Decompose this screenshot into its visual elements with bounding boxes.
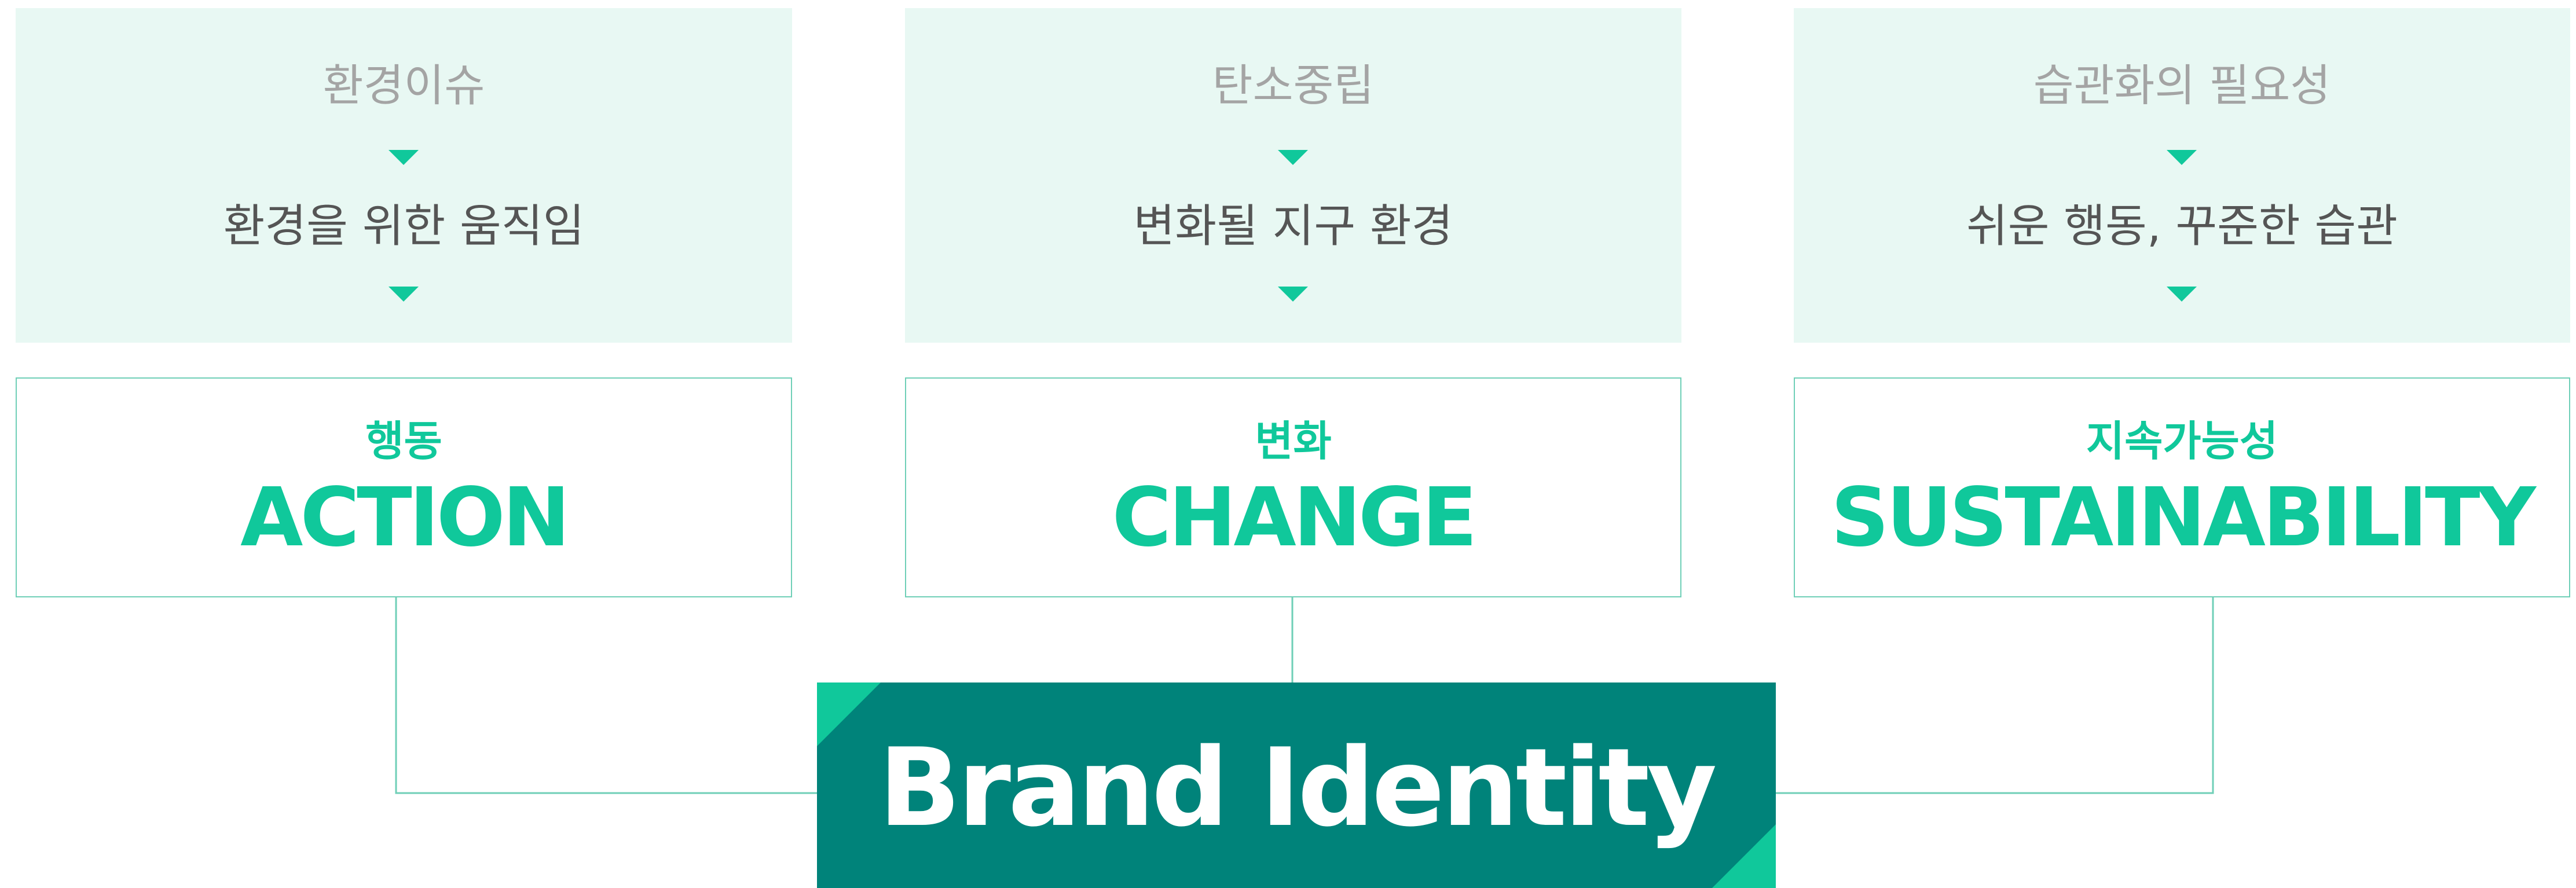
down-triangle-icon: [2167, 287, 2197, 302]
value-english-label: CHANGE: [1112, 471, 1478, 565]
value-box: 변화 CHANGE: [905, 377, 1681, 597]
issue-detail: 쉬운 행동, 꾸준한 습관: [1966, 200, 2398, 252]
pillar-sustainability: 습관화의 필요성 쉬운 행동, 꾸준한 습관 지속가능성 SUSTAINABIL…: [1794, 8, 2570, 597]
value-box: 행동 ACTION: [16, 377, 792, 597]
connector-action-to-brand: [395, 596, 818, 794]
issue-detail: 환경을 위한 움직임: [223, 200, 585, 252]
down-triangle-icon: [2167, 150, 2197, 165]
value-korean-label: 행동: [365, 417, 442, 465]
issue-title: 습관화의 필요성: [2033, 60, 2331, 111]
connector-sustainability-to-brand: [1775, 596, 2214, 794]
issue-title: 환경이슈: [323, 60, 485, 111]
down-triangle-icon: [1278, 287, 1308, 302]
down-triangle-icon: [1278, 150, 1308, 165]
pillar-change: 탄소중립 변화될 지구 환경 변화 CHANGE: [905, 8, 1681, 597]
issue-panel: 습관화의 필요성 쉬운 행동, 꾸준한 습관: [1794, 8, 2570, 343]
value-korean-label: 변화: [1255, 417, 1332, 465]
issue-panel: 환경이슈 환경을 위한 움직임: [16, 8, 792, 343]
value-box: 지속가능성 SUSTAINABILITY: [1794, 377, 2570, 597]
issue-panel: 탄소중립 변화될 지구 환경: [905, 8, 1681, 343]
pillar-action: 환경이슈 환경을 위한 움직임 행동 ACTION: [16, 8, 792, 597]
issue-detail: 변화될 지구 환경: [1133, 200, 1453, 252]
down-triangle-icon: [389, 287, 419, 302]
issue-title: 탄소중립: [1212, 60, 1375, 111]
brand-identity-box: Brand Identity: [817, 682, 1776, 888]
brand-identity-title: Brand Identity: [878, 725, 1717, 850]
down-triangle-icon: [389, 150, 419, 165]
value-english-label: SUSTAINABILITY: [1831, 471, 2536, 565]
value-english-label: ACTION: [240, 471, 570, 565]
value-korean-label: 지속가능성: [2086, 417, 2278, 465]
